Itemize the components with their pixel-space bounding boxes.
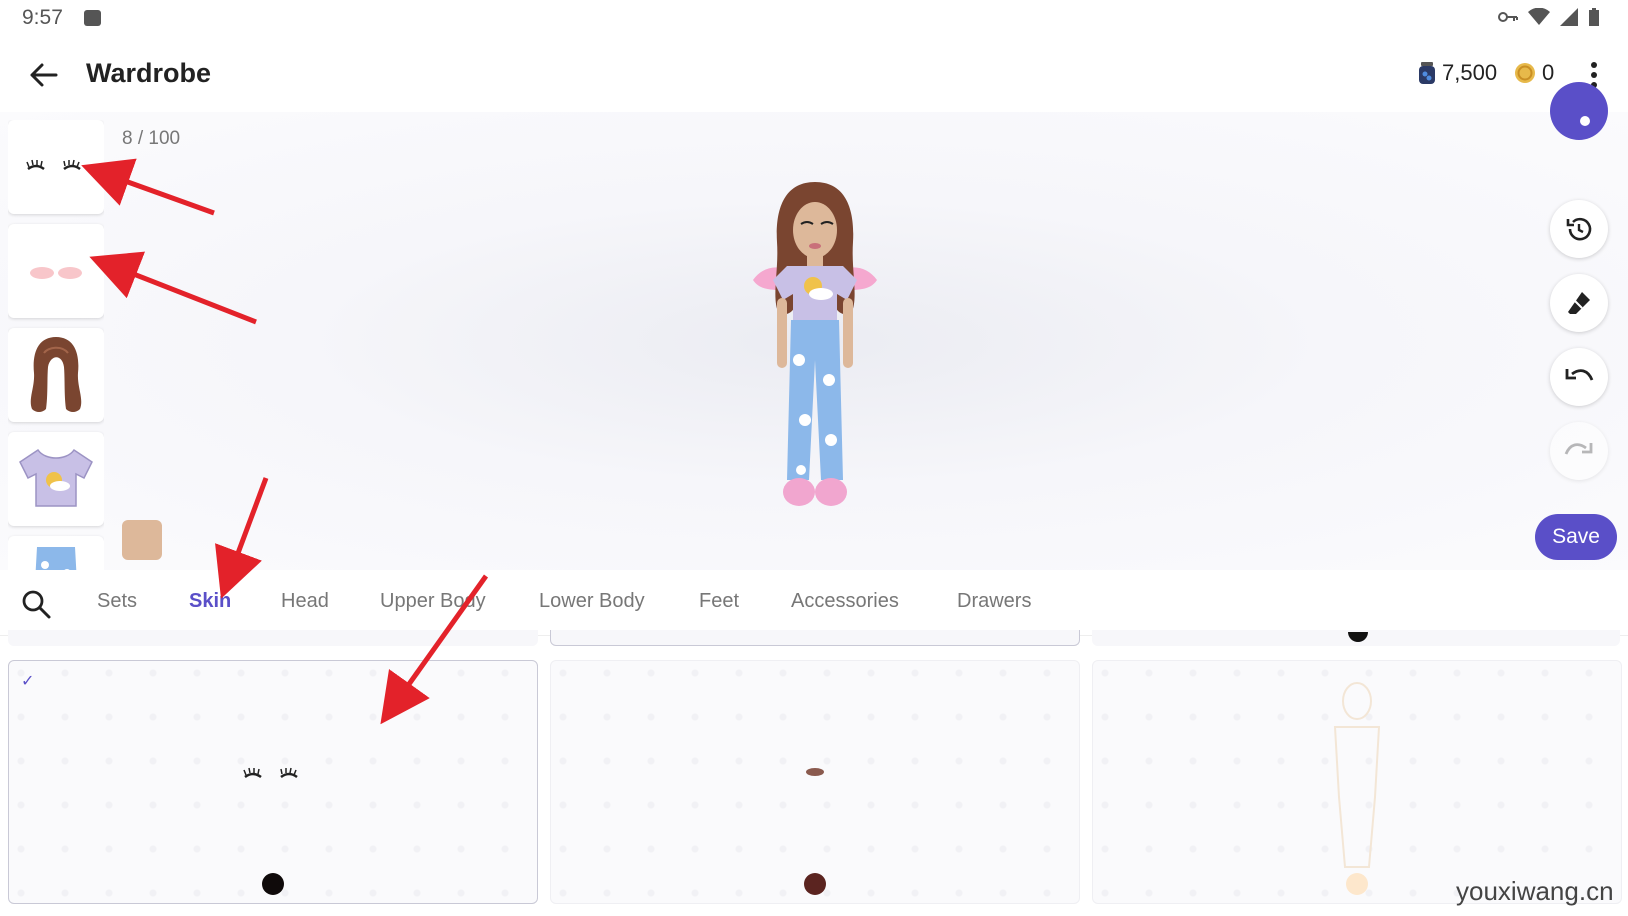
- tab-drawers[interactable]: Drawers: [957, 590, 1031, 613]
- tab-head[interactable]: Head: [281, 590, 329, 613]
- blush-icon: [30, 267, 82, 279]
- tab-feet[interactable]: Feet: [699, 590, 739, 613]
- check-icon: ✓: [21, 673, 35, 690]
- coin-balance[interactable]: 0: [1514, 60, 1554, 86]
- vpn-key-icon: [1498, 12, 1518, 22]
- save-button[interactable]: Save: [1535, 514, 1617, 560]
- undo-button[interactable]: [1550, 348, 1608, 406]
- skin-card-brown[interactable]: [550, 660, 1080, 904]
- watermark: youxiwang.cn: [1456, 876, 1614, 906]
- item-grid: ✓: [0, 630, 1628, 916]
- equipped-pants[interactable]: [8, 536, 104, 570]
- tab-lower-body[interactable]: Lower Body: [539, 590, 645, 613]
- search-icon[interactable]: [20, 588, 52, 620]
- body-outline-preview: [1333, 682, 1381, 868]
- shirt-icon: [19, 448, 93, 507]
- coin-count: 0: [1542, 60, 1555, 85]
- notification-icon: [84, 10, 101, 26]
- tab-upper-body[interactable]: Upper Body: [380, 590, 486, 613]
- equipped-blush[interactable]: [8, 224, 104, 318]
- equipped-eyelashes[interactable]: [8, 120, 104, 214]
- skin-color-swatch[interactable]: [122, 520, 162, 560]
- coin-icon: [1515, 63, 1535, 83]
- lips-preview: [806, 768, 824, 776]
- skin-tone-dot: [262, 873, 284, 895]
- gem-count: 7,500: [1442, 60, 1498, 85]
- skin-card-light[interactable]: [1092, 660, 1622, 904]
- equipped-crop-top[interactable]: [8, 432, 104, 526]
- eraser-button[interactable]: [1550, 274, 1608, 332]
- wardrobe-screen: 9:57 Wardrobe 7,500 0 8 / 100 Save Sets …: [0, 0, 1628, 916]
- item-card-partial[interactable]: [1092, 630, 1620, 646]
- status-bar: 9:57: [0, 0, 1628, 38]
- page-title: Wardrobe: [86, 58, 212, 88]
- tab-skin[interactable]: Skin: [189, 590, 231, 613]
- item-count: 8 / 100: [122, 128, 181, 149]
- tab-accessories[interactable]: Accessories: [791, 590, 899, 613]
- category-tabs: Sets Skin Head Upper Body Lower Body Fee…: [0, 570, 1628, 636]
- redo-icon: [1564, 443, 1593, 455]
- wifi-icon: [1528, 8, 1550, 25]
- eyelashes-preview: [243, 767, 298, 779]
- status-icons: [1498, 7, 1600, 27]
- history-icon: [1566, 217, 1592, 241]
- redo-button[interactable]: [1550, 422, 1608, 480]
- gem-balance[interactable]: 7,500: [1418, 60, 1497, 86]
- gem-jar-icon: [1419, 62, 1435, 84]
- pants-icon: [35, 547, 77, 570]
- item-card-partial[interactable]: [8, 630, 538, 646]
- skin-tone-dot: [1346, 873, 1368, 895]
- equipped-items-list: [8, 120, 104, 570]
- battery-icon: [1589, 8, 1599, 26]
- avatar-stage: 8 / 100 Save: [0, 82, 1628, 570]
- skin-tone-dot: [804, 873, 826, 895]
- undo-icon: [1565, 369, 1594, 381]
- reset-button[interactable]: [1550, 200, 1608, 258]
- eraser-icon: [1568, 292, 1590, 314]
- long-hair-icon: [30, 337, 82, 412]
- skin-card-dark[interactable]: ✓: [8, 660, 538, 904]
- customize-fab[interactable]: [1550, 82, 1608, 140]
- item-card-partial[interactable]: [550, 630, 1080, 646]
- avatar-figure: [753, 182, 877, 506]
- eyelashes-icon: [26, 159, 81, 171]
- tab-sets[interactable]: Sets: [97, 590, 137, 613]
- back-arrow-icon[interactable]: [26, 58, 60, 92]
- status-time: 9:57: [22, 6, 63, 29]
- app-bar: Wardrobe 7,500 0: [0, 38, 1628, 112]
- equipped-hair[interactable]: [8, 328, 104, 422]
- signal-icon: [1560, 8, 1578, 26]
